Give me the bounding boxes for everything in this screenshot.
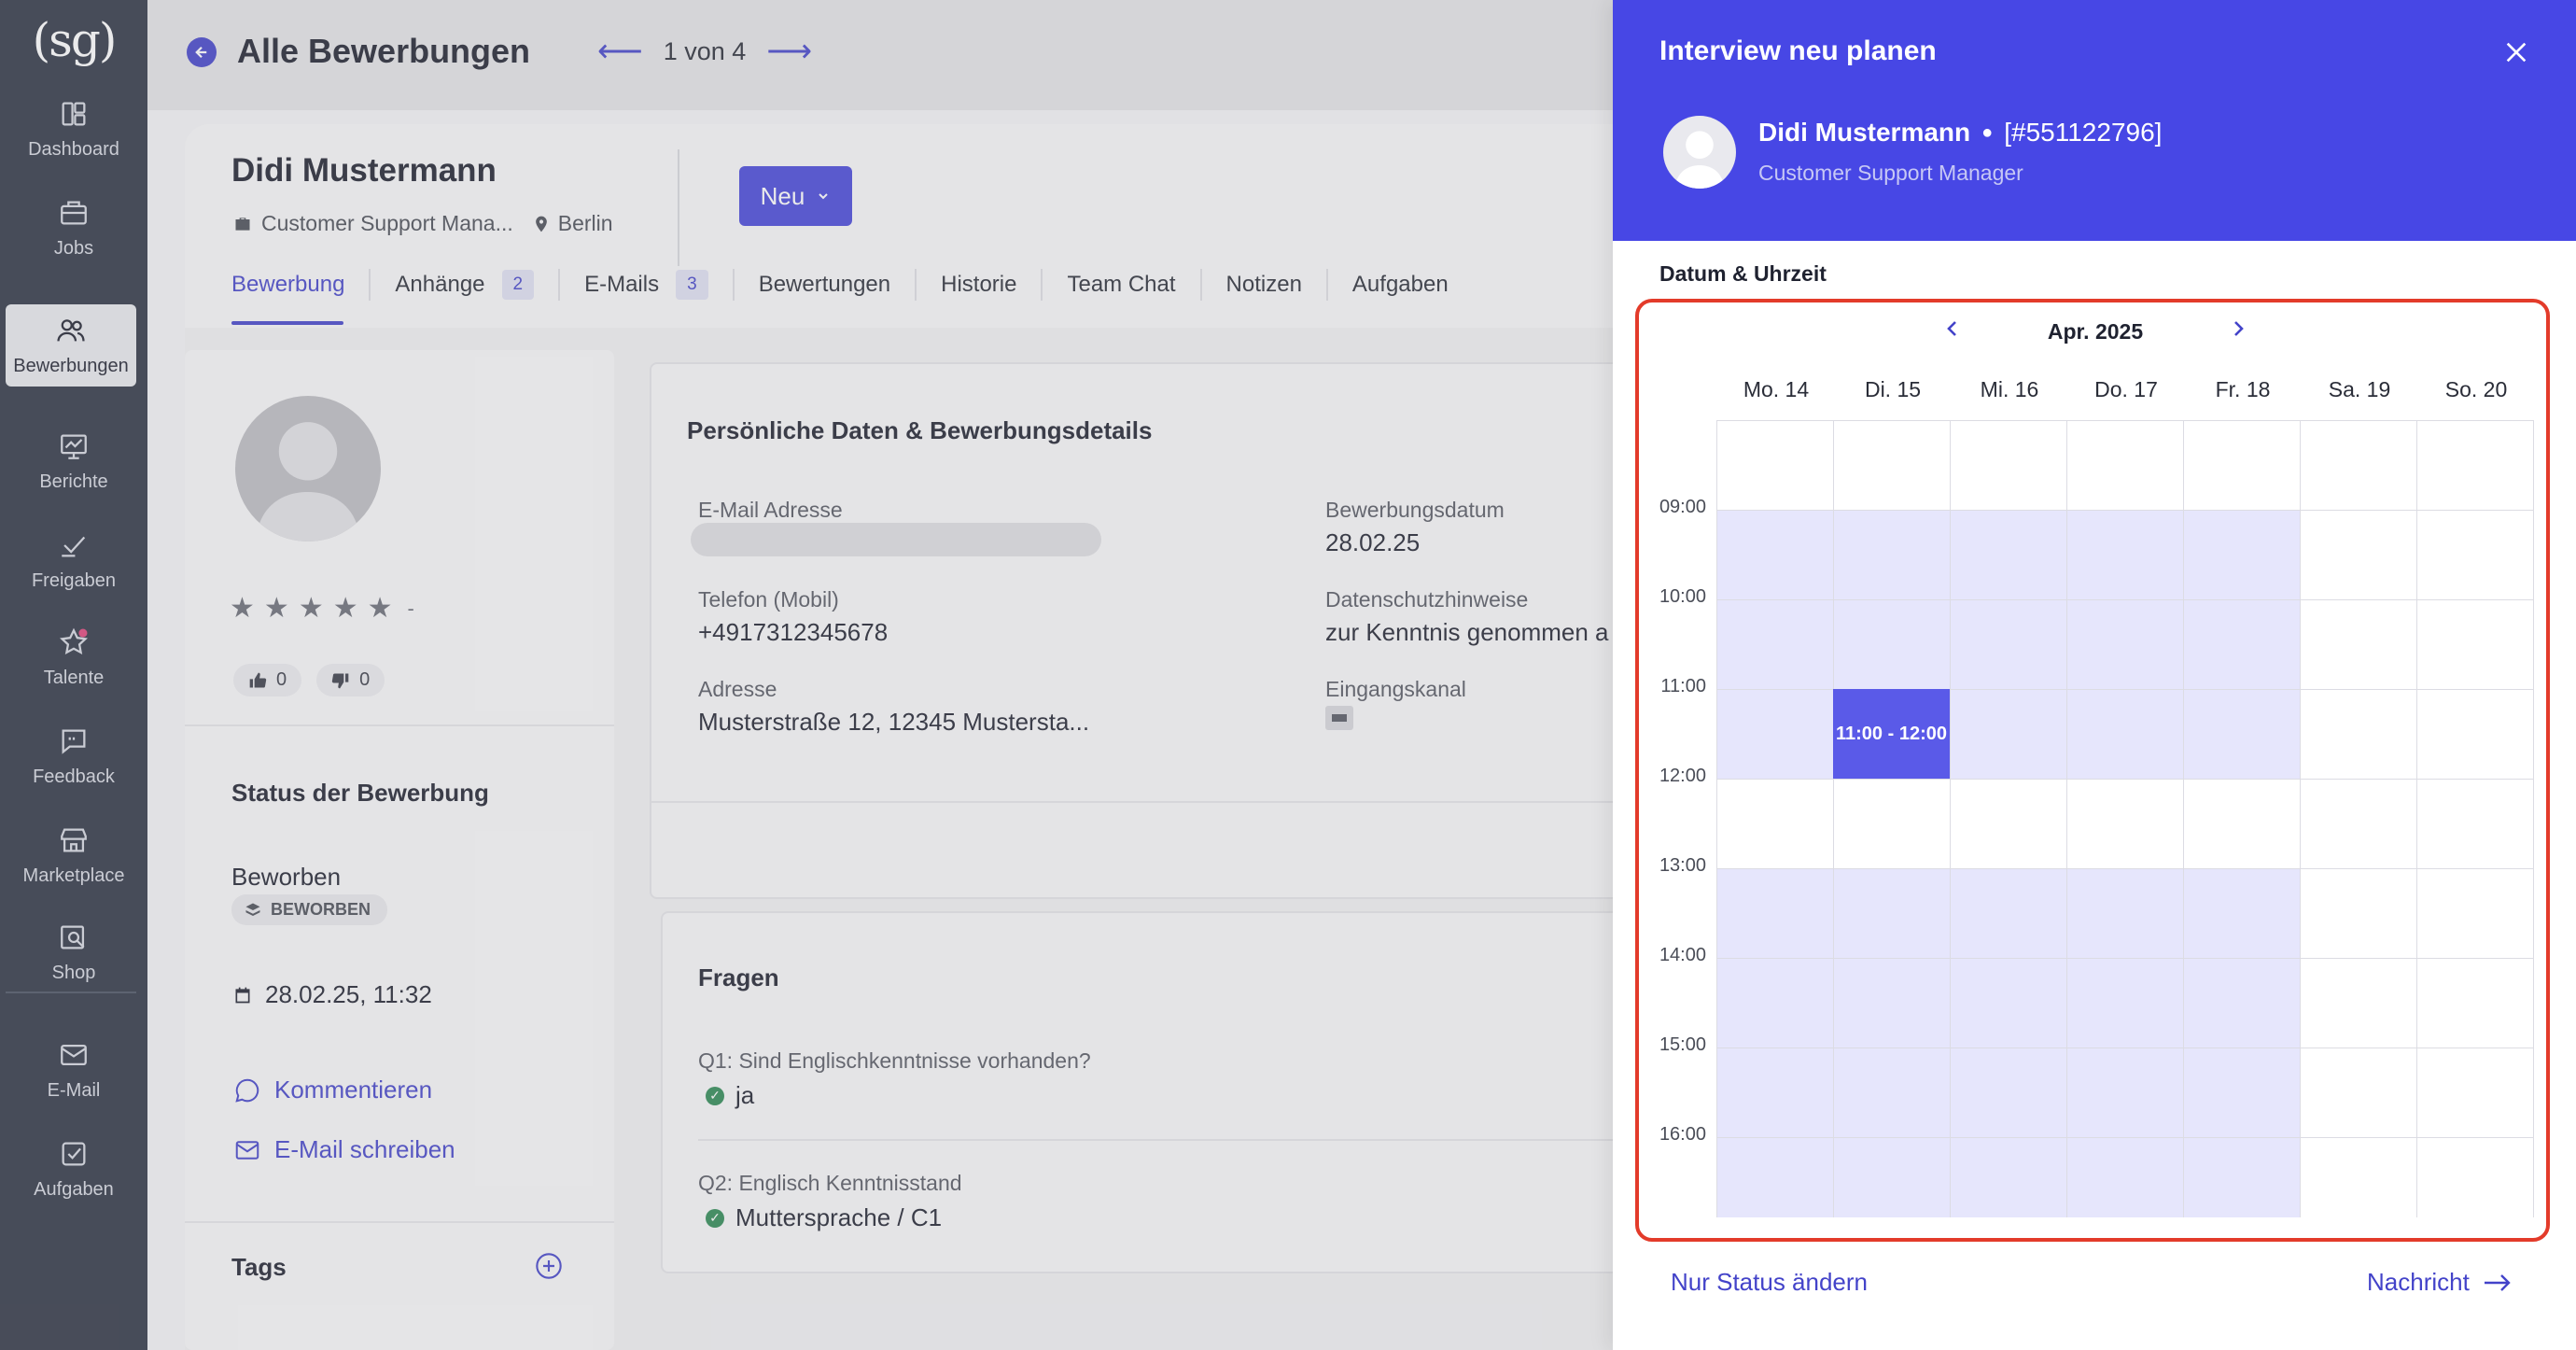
- available-slots[interactable]: [1716, 868, 2300, 1217]
- close-button[interactable]: [2501, 37, 2531, 67]
- selected-slot[interactable]: 11:00 - 12:00: [1833, 689, 1950, 779]
- grid-line: [1716, 420, 2533, 421]
- time-label: 14:00: [1659, 945, 1706, 965]
- day-header: Do. 17: [2094, 377, 2158, 401]
- grid-line: [2066, 420, 2067, 1217]
- time-label: 16:00: [1659, 1124, 1706, 1145]
- time-label: 09:00: [1659, 497, 1706, 517]
- grid-line: [1716, 420, 1717, 1217]
- day-header: Mo. 14: [1743, 377, 1810, 401]
- grid-line: [1716, 868, 2533, 869]
- time-label: 10:00: [1659, 586, 1706, 607]
- modal-backdrop[interactable]: [0, 0, 1613, 1350]
- status-only-label: Nur Status ändern: [1671, 1268, 1869, 1296]
- drawer-candidate-id: [#551122796]: [2004, 118, 2163, 147]
- grid-line: [1950, 420, 1951, 1217]
- day-header: Fr. 18: [2215, 377, 2271, 401]
- day-header: So. 20: [2444, 377, 2508, 401]
- day-header: Sa. 19: [2328, 377, 2391, 401]
- grid-line: [1716, 779, 2533, 780]
- status-only-button[interactable]: Nur Status ändern: [1671, 1268, 1868, 1297]
- user-silhouette-icon: [1674, 131, 1725, 189]
- grid-line: [1716, 958, 2533, 959]
- available-slots[interactable]: [1716, 510, 2300, 779]
- datetime-label: Datum & Uhrzeit: [1659, 261, 1827, 286]
- prev-week-button[interactable]: [1941, 315, 1964, 343]
- time-label: 15:00: [1659, 1034, 1706, 1055]
- time-label: 11:00: [1660, 676, 1706, 696]
- drawer-title: Interview neu planen: [1659, 35, 1937, 66]
- drawer-candidate: Didi Mustermann ● [#551122796]: [1758, 118, 2162, 148]
- next-label: Nachricht: [2367, 1268, 2470, 1296]
- drawer-candidate-name: Didi Mustermann: [1758, 118, 1971, 147]
- day-header: Mi. 16: [1980, 377, 2039, 401]
- calendar-month: Apr. 2025: [2047, 319, 2144, 344]
- next-week-button[interactable]: [2227, 315, 2249, 343]
- chevron-left-icon: [1947, 321, 1956, 336]
- day-header: Di. 15: [1864, 377, 1922, 401]
- arrow-right-icon: [2484, 1273, 2511, 1291]
- close-icon: [2506, 42, 2527, 63]
- time-label: 13:00: [1659, 855, 1706, 876]
- grid-line: [2300, 420, 2301, 1217]
- grid-line: [1716, 599, 2533, 600]
- drawer-avatar: [1663, 116, 1736, 189]
- next-button[interactable]: Nachricht: [2367, 1268, 2513, 1297]
- grid-line: [2533, 420, 2534, 1217]
- grid-line: [2416, 420, 2417, 1217]
- grid-line: [1716, 510, 2533, 511]
- time-label: 12:00: [1659, 766, 1706, 786]
- drawer-candidate-role: Customer Support Manager: [1758, 161, 2023, 185]
- chevron-right-icon: [2234, 321, 2244, 336]
- grid-line: [1833, 420, 1834, 1217]
- grid-line: [1716, 1137, 2533, 1138]
- bullet-separator: ●: [1981, 121, 1994, 143]
- grid-line: [2183, 420, 2184, 1217]
